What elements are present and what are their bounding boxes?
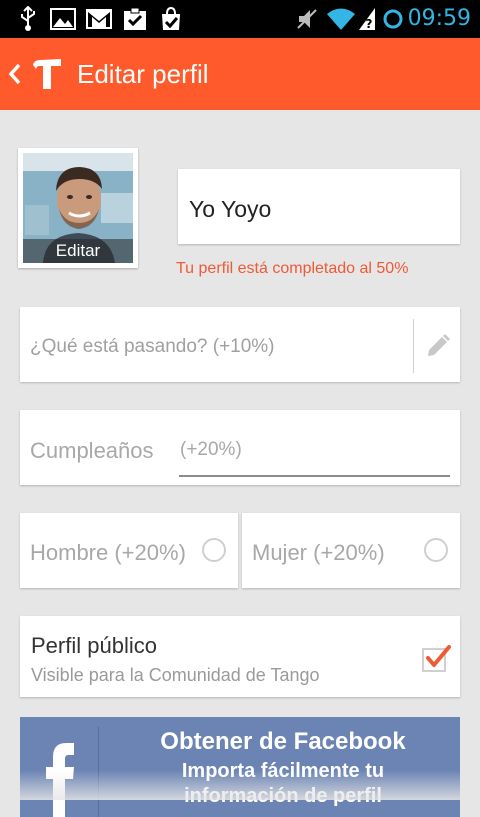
birthday-input-hint[interactable]: (+20%) (180, 438, 242, 462)
gender-male-label: Hombre (+20%) (30, 540, 186, 565)
sync-ring-icon (381, 6, 405, 32)
public-profile-toggle[interactable]: Perfil público Visible para la Comunidad… (20, 616, 460, 697)
gender-option-female[interactable]: Mujer (+20%) (242, 513, 460, 588)
pencil-icon[interactable] (425, 333, 451, 359)
gender-male-radio[interactable] (202, 538, 226, 562)
image-icon (50, 6, 76, 32)
facebook-import-subtitle-line2: información de perfil (184, 785, 382, 807)
divider (413, 319, 414, 373)
tango-logo-icon[interactable] (30, 56, 64, 92)
mute-icon (294, 6, 320, 32)
name-field[interactable]: Yo Yoyo (178, 169, 460, 244)
status-field[interactable]: ¿Qué está pasando? (+10%) (20, 307, 460, 382)
checkbox-checked-icon[interactable] (420, 642, 452, 674)
clock: 09:59 (407, 6, 471, 31)
facebook-icon (20, 717, 98, 817)
gmail-icon (85, 6, 113, 32)
edit-photo-label[interactable]: Editar (23, 239, 133, 263)
birthday-input-underline (179, 475, 450, 477)
public-profile-subtitle: Visible para la Comunidad de Tango (31, 665, 320, 685)
check-clipboard-icon (122, 6, 148, 32)
gender-female-radio[interactable] (424, 538, 448, 562)
facebook-import-title: Obtener de Facebook (160, 728, 406, 755)
avatar: Editar (23, 153, 133, 263)
public-profile-title: Perfil público (31, 633, 157, 658)
usb-icon (17, 6, 39, 32)
name-value: Yo Yoyo (189, 196, 272, 222)
profile-photo[interactable]: Editar (18, 148, 138, 268)
gender-female-label: Mujer (+20%) (252, 540, 385, 565)
facebook-import-button[interactable]: Obtener de Facebook Importa fácilmente t… (20, 717, 460, 817)
svg-text:?: ? (366, 17, 373, 31)
birthday-field[interactable]: Cumpleaños (+20%) (20, 410, 460, 485)
profile-completion-text: Tu perfil está completado al 50% (176, 260, 409, 277)
divider (98, 727, 99, 817)
chevron-left-icon[interactable] (6, 62, 24, 86)
status-placeholder: ¿Qué está pasando? (+10%) (30, 336, 275, 357)
check-bag-icon (158, 6, 184, 32)
facebook-import-subtitle: Importa fácilmente tu información de per… (100, 759, 460, 809)
wifi-icon (326, 6, 356, 32)
birthday-label: Cumpleaños (30, 438, 154, 463)
facebook-import-subtitle-line1: Importa fácilmente tu (181, 760, 385, 782)
gender-option-male[interactable]: Hombre (+20%) (20, 513, 238, 588)
signal-unknown-icon: ? (357, 6, 377, 32)
page-title: Editar perfil (77, 59, 209, 89)
action-bar: Editar perfil (0, 38, 480, 110)
status-bar: ? 09:59 (0, 0, 480, 38)
